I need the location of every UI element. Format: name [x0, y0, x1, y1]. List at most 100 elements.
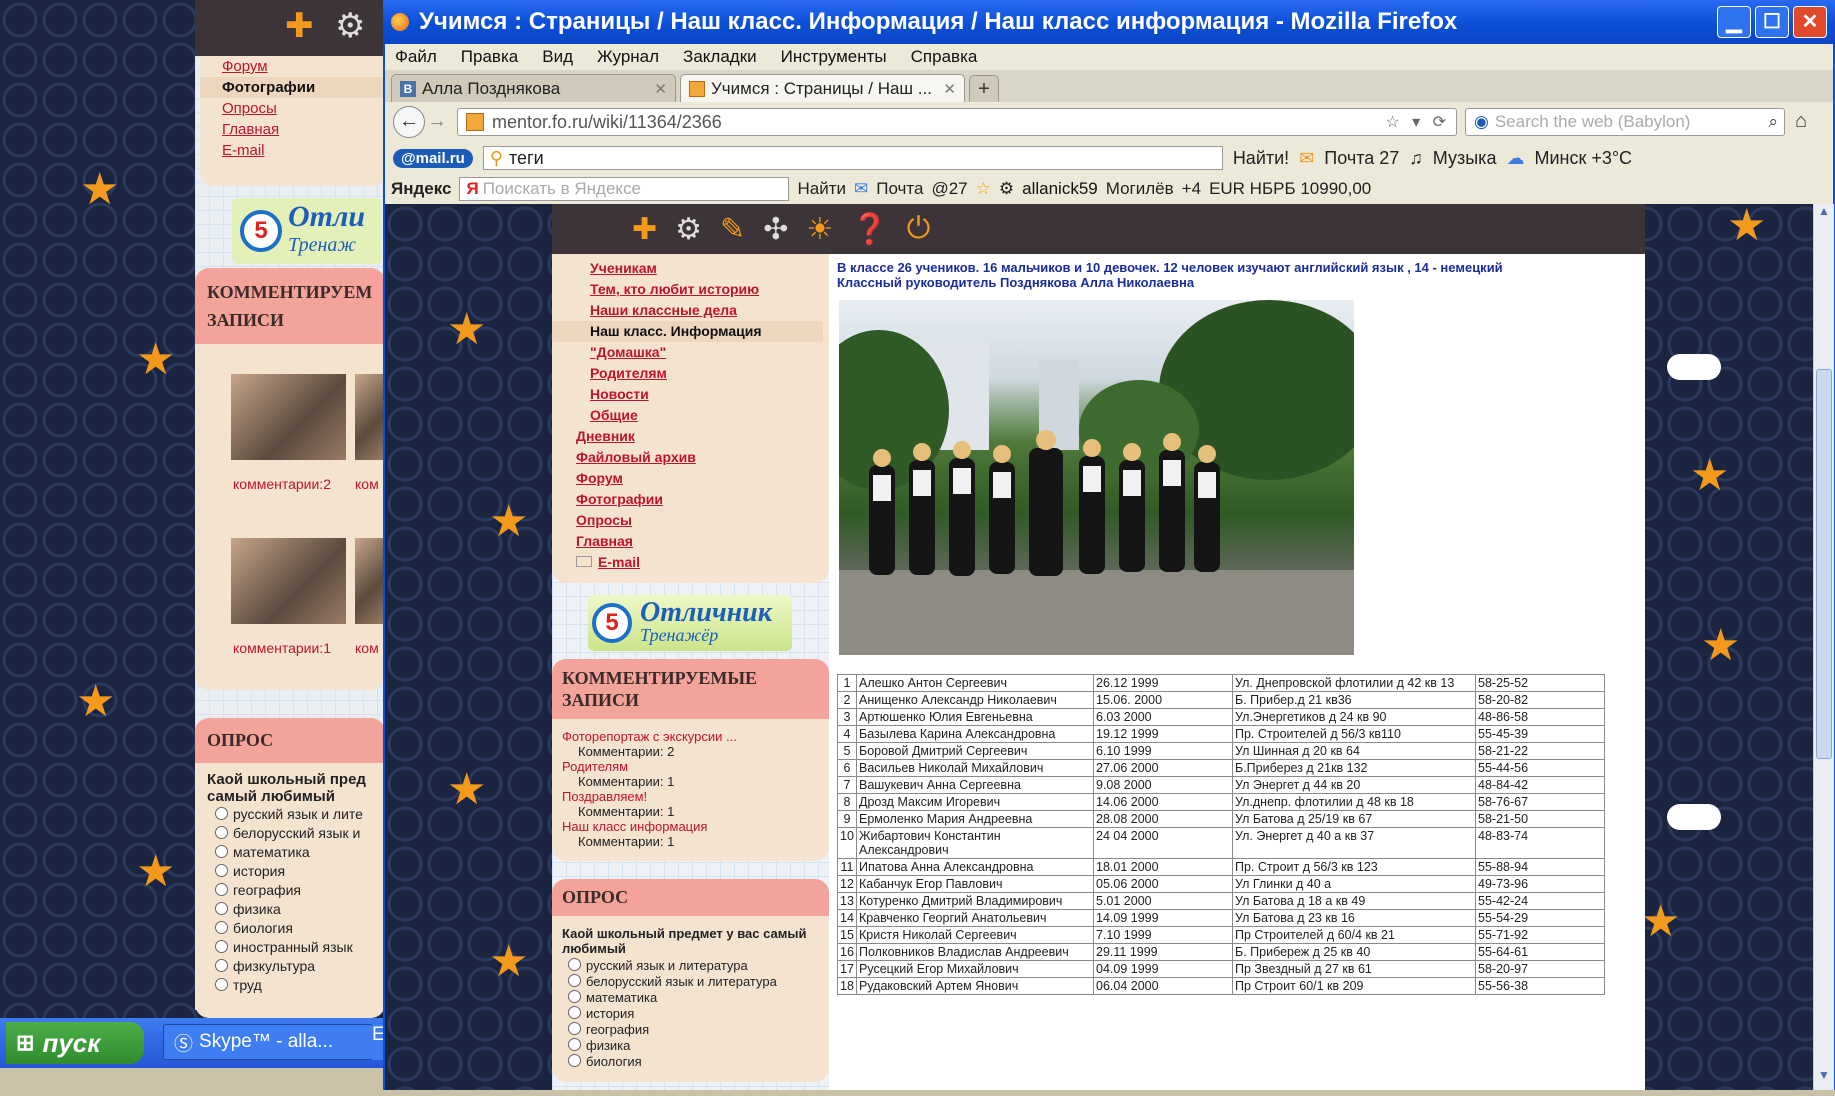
tab-close-icon[interactable]: ✕	[654, 80, 667, 98]
menu-item-label[interactable]: Фотографии	[576, 491, 663, 507]
lightbulb-icon[interactable]: ☀	[806, 212, 833, 247]
yandex-logo[interactable]: Яндекс	[391, 179, 451, 199]
menu-item-label[interactable]: Ученикам	[590, 260, 657, 276]
poll-option[interactable]: белорусский язык и	[195, 824, 385, 843]
poll-option[interactable]: белорусский язык и литература	[552, 974, 829, 990]
background-promo-banner[interactable]: 5 Отли Тренаж	[232, 198, 382, 264]
radio-icon[interactable]	[568, 1022, 581, 1035]
radio-icon[interactable]	[215, 883, 228, 896]
menu-item-label[interactable]: Главная	[576, 533, 633, 549]
menu-item-label[interactable]: E-mail	[598, 554, 640, 570]
radio-icon[interactable]	[215, 864, 228, 877]
poll-option[interactable]: физика	[195, 900, 385, 919]
minimize-button[interactable]: ▁	[1717, 6, 1751, 38]
url-bar-actions-icon[interactable]: ☆ ▾ ⟳	[1385, 112, 1450, 132]
radio-icon[interactable]	[568, 990, 581, 1003]
mailru-mail-button[interactable]: Почта 27	[1324, 148, 1399, 169]
poll-option[interactable]: биология	[552, 1054, 829, 1070]
menu-help[interactable]: Справка	[911, 47, 978, 67]
radio-icon[interactable]	[215, 921, 228, 934]
promo-banner[interactable]: 5 Отличник Тренажёр	[588, 595, 792, 651]
radio-icon[interactable]	[215, 902, 228, 915]
menu-item-label[interactable]: Форум	[576, 470, 623, 486]
menu-file[interactable]: Файл	[395, 47, 437, 67]
poll-option[interactable]: биология	[195, 919, 385, 938]
menu-item-label[interactable]: Опросы	[576, 512, 632, 528]
radio-icon[interactable]	[568, 1006, 581, 1019]
thumbnail-image[interactable]	[231, 374, 346, 460]
start-button[interactable]: ⊞ пуск	[6, 1022, 144, 1064]
star-icon[interactable]: ☆	[976, 179, 991, 199]
poll-option[interactable]: математика	[552, 990, 829, 1006]
scroll-down-icon[interactable]: ▼	[1814, 1068, 1834, 1088]
menu-item[interactable]: Главная	[552, 531, 829, 552]
settings-icon[interactable]: ⚙	[999, 179, 1014, 199]
bg-menu-item[interactable]: E-mail	[222, 142, 265, 159]
menu-history[interactable]: Журнал	[597, 47, 659, 67]
yandex-user[interactable]: allanick59	[1022, 179, 1098, 199]
yandex-temp[interactable]: +4	[1182, 179, 1201, 199]
thumbnail-caption[interactable]: комментарии:2	[233, 476, 331, 492]
scroll-up-icon[interactable]: ▲	[1814, 204, 1834, 224]
tab-close-icon[interactable]: ✕	[943, 80, 956, 98]
radio-icon[interactable]	[215, 807, 228, 820]
menu-item-label[interactable]: Дневник	[576, 428, 635, 444]
poll-option[interactable]: русский язык и литература	[552, 958, 829, 974]
poll-option[interactable]: физкультура	[195, 957, 385, 976]
url-bar[interactable]: mentor.fo.ru/wiki/11364/2366 ☆ ▾ ⟳	[457, 108, 1457, 136]
thumbnail-image[interactable]	[355, 538, 385, 624]
mailru-music-button[interactable]: Музыка	[1433, 148, 1497, 169]
add-icon[interactable]: ✚	[632, 212, 657, 247]
commented-entry-link[interactable]: Родителям	[552, 759, 829, 774]
menu-item[interactable]: Опросы	[552, 510, 829, 531]
bg-menu-item[interactable]: Главная	[222, 121, 279, 138]
menu-tools[interactable]: Инструменты	[781, 47, 887, 67]
thumbnail-image[interactable]	[231, 538, 346, 624]
menu-item[interactable]: Файловый архив	[552, 447, 829, 468]
mailru-logo[interactable]: @mail.ru	[393, 148, 473, 168]
menu-item-label[interactable]: "Домашка"	[590, 344, 666, 360]
radio-icon[interactable]	[215, 978, 228, 991]
commented-entry-link[interactable]: Фоторепортаж с экскурсии ...	[552, 729, 829, 744]
home-button[interactable]: ⌂	[1795, 110, 1807, 133]
class-photo[interactable]	[839, 300, 1354, 655]
menu-item-label[interactable]: Общие	[590, 407, 638, 423]
menu-item[interactable]: E-mail	[552, 552, 829, 573]
yandex-city[interactable]: Могилёв	[1106, 179, 1174, 199]
commented-entry-link[interactable]: Поздравляем!	[552, 789, 829, 804]
yandex-find-button[interactable]: Найти	[797, 179, 846, 199]
menu-item[interactable]: "Домашка"	[552, 342, 829, 363]
radio-icon[interactable]	[568, 958, 581, 971]
poll-option[interactable]: география	[195, 881, 385, 900]
yandex-mail-count[interactable]: @27	[931, 179, 967, 199]
power-icon[interactable]: ⏻	[907, 212, 931, 246]
thumbnail-caption[interactable]: комментарии:1	[233, 640, 331, 656]
menu-item[interactable]: Новости	[552, 384, 829, 405]
pencil-icon[interactable]: ✎	[720, 212, 745, 247]
menu-item-label[interactable]: Тем, кто любит историю	[590, 281, 759, 297]
tab-current[interactable]: Учимся : Страницы / Наш ... ✕	[680, 74, 965, 102]
back-button[interactable]: ←	[393, 106, 425, 138]
poll-option[interactable]: физика	[552, 1038, 829, 1054]
menu-item[interactable]: Наш класс. Информация	[552, 321, 823, 342]
menu-item-label[interactable]: Новости	[590, 386, 649, 402]
poll-option[interactable]: русский язык и лите	[195, 805, 385, 824]
menu-item-label[interactable]: Родителям	[590, 365, 667, 381]
poll-option[interactable]: труд	[195, 976, 385, 995]
poll-option[interactable]: иностранный язык	[195, 938, 385, 957]
menu-bookmarks[interactable]: Закладки	[683, 47, 757, 67]
menu-item[interactable]: Форум	[552, 468, 829, 489]
radio-icon[interactable]	[215, 940, 228, 953]
poll-option[interactable]: география	[552, 1022, 829, 1038]
radio-icon[interactable]	[568, 1038, 581, 1051]
menu-item[interactable]: Фотографии	[552, 489, 829, 510]
menu-item-label[interactable]: Наши классные дела	[590, 302, 737, 318]
thumbnail-image[interactable]	[355, 374, 385, 460]
menu-item[interactable]: Общие	[552, 405, 829, 426]
poll-option[interactable]: история	[195, 862, 385, 881]
tab-alla[interactable]: B Алла Позднякова ✕	[391, 74, 676, 102]
menu-item[interactable]: Родителям	[552, 363, 829, 384]
scrollbar-thumb[interactable]	[1816, 369, 1832, 759]
poll-option[interactable]: история	[552, 1006, 829, 1022]
poll-option[interactable]: математика	[195, 843, 385, 862]
